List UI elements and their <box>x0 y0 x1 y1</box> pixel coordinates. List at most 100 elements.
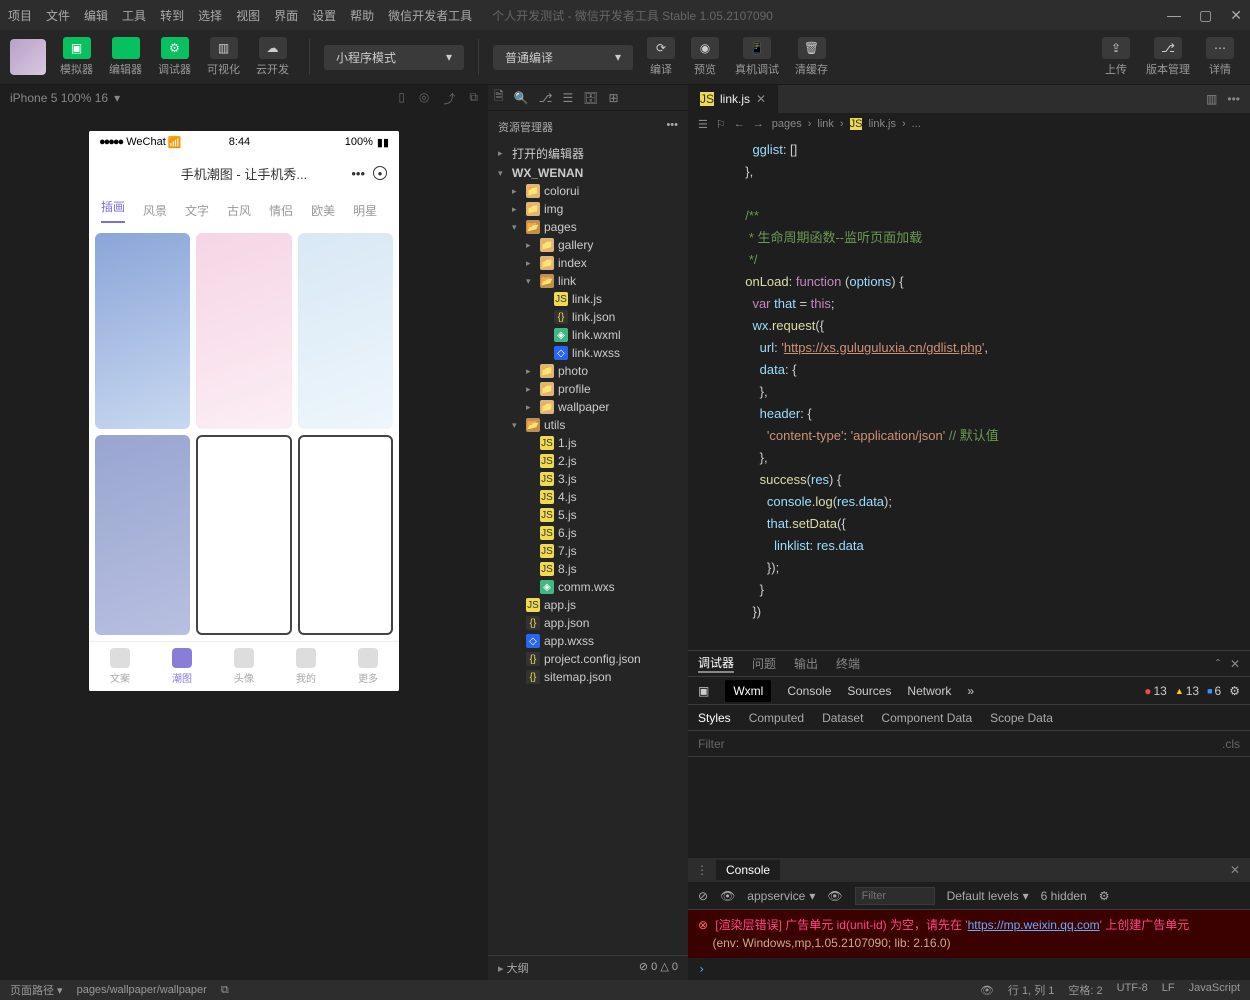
tab-problems[interactable]: 问题 <box>752 655 776 672</box>
styles-tab[interactable]: Styles <box>698 711 731 725</box>
tree-app.json[interactable]: {}app.json <box>488 614 688 632</box>
inspect-icon[interactable]: ▣ <box>698 684 709 698</box>
copy-icon[interactable]: ⧉ <box>221 984 229 997</box>
console-close-icon[interactable]: ✕ <box>1230 863 1240 877</box>
tree-utils[interactable]: ▾📂utils <box>488 416 688 434</box>
panel-more-icon[interactable]: » <box>967 684 974 698</box>
tree-2.js[interactable]: JS2.js <box>488 452 688 470</box>
console-drawer-tab[interactable]: Console <box>716 860 780 880</box>
sb-item[interactable]: 行 1, 列 1 <box>1008 982 1054 998</box>
error-link[interactable]: https://mp.weixin.qq.com <box>968 918 1100 932</box>
phone-tab-2[interactable]: 文字 <box>185 202 209 219</box>
menu-文件[interactable]: 文件 <box>46 7 70 24</box>
menu-视图[interactable]: 视图 <box>236 7 260 24</box>
toolbar-版本管理[interactable]: ⎇版本管理 <box>1140 35 1196 79</box>
toolbar-模拟器[interactable]: ▣模拟器 <box>54 35 99 79</box>
toolbar-预览[interactable]: ◉预览 <box>685 35 725 79</box>
tree-wallpaper[interactable]: ▸📁wallpaper <box>488 398 688 416</box>
target-circle-icon[interactable]: ● <box>373 166 387 180</box>
panel-console[interactable]: Console <box>787 684 831 698</box>
split-icon[interactable]: ▥ <box>1206 92 1217 106</box>
code-editor[interactable]: gglist: [] }, /** * 生命周期函数--监听页面加载 */ on… <box>688 135 1250 650</box>
tree-link.js[interactable]: JSlink.js <box>488 290 688 308</box>
menu-选择[interactable]: 选择 <box>198 7 222 24</box>
phone-tab-4[interactable]: 情侣 <box>269 202 293 219</box>
tab-terminal[interactable]: 终端 <box>836 655 860 672</box>
gear-icon[interactable]: ⚙ <box>1099 889 1110 903</box>
menu-微信开发者工具[interactable]: 微信开发者工具 <box>388 7 472 24</box>
tree-photo[interactable]: ▸📁photo <box>488 362 688 380</box>
close-icon[interactable]: ✕ <box>1230 7 1242 24</box>
tree-comm.wxs[interactable]: ◈comm.wxs <box>488 578 688 596</box>
phone-tab-0[interactable]: 插画 <box>101 198 125 223</box>
chevron-up-icon[interactable]: ˆ <box>1216 657 1220 671</box>
tab-close-icon[interactable]: ✕ <box>756 92 766 106</box>
phone-tab-1[interactable]: 风景 <box>143 202 167 219</box>
console-prompt[interactable]: › <box>688 958 1250 980</box>
tree-1.js[interactable]: JS1.js <box>488 434 688 452</box>
tree-link.wxss[interactable]: ◇link.wxss <box>488 344 688 362</box>
tree-profile[interactable]: ▸📁profile <box>488 380 688 398</box>
more-icon[interactable]: ••• <box>351 166 365 181</box>
phone-nav-3[interactable]: 我的 <box>296 648 316 685</box>
menu-界面[interactable]: 界面 <box>274 7 298 24</box>
panel-close-icon[interactable]: ✕ <box>1230 657 1240 671</box>
menu-转到[interactable]: 转到 <box>160 7 184 24</box>
target-icon[interactable]: ◎ <box>419 90 429 107</box>
sb-item[interactable]: UTF-8 <box>1117 982 1148 998</box>
toolbar-云开发[interactable]: ☁云开发 <box>250 35 295 79</box>
live-expr-icon[interactable]: 👁 <box>827 889 842 903</box>
tree-4.js[interactable]: JS4.js <box>488 488 688 506</box>
breadcrumb-toggle-icon[interactable]: ☰ <box>698 118 708 131</box>
tree-8.js[interactable]: JS8.js <box>488 560 688 578</box>
tree-7.js[interactable]: JS7.js <box>488 542 688 560</box>
console-filter-input[interactable] <box>855 887 935 905</box>
tab-debugger[interactable]: 调试器 <box>698 654 734 673</box>
section-open-editors[interactable]: ▸打开的编辑器 <box>488 143 688 164</box>
gear-icon[interactable]: ⚙ <box>1229 684 1240 698</box>
nav-fwd-icon[interactable]: → <box>753 118 764 130</box>
device-label[interactable]: iPhone 5 100% 16 <box>10 91 108 105</box>
console-drawer-toggle-icon[interactable]: ⋮ <box>688 863 716 877</box>
sb-path[interactable]: pages/wallpaper/wallpaper <box>77 984 207 996</box>
panel-network[interactable]: Network <box>907 684 951 698</box>
menu-项目[interactable]: 项目 <box>8 7 32 24</box>
more-icon[interactable]: ••• <box>666 119 678 135</box>
bookmark-icon[interactable]: ⚐ <box>716 118 726 131</box>
tree-5.js[interactable]: JS5.js <box>488 506 688 524</box>
cls-toggle[interactable]: .cls <box>1222 737 1240 751</box>
toolbar-上传[interactable]: ⇪上传 <box>1096 35 1136 79</box>
menu-工具[interactable]: 工具 <box>122 7 146 24</box>
phone-tab-6[interactable]: 明星 <box>353 202 377 219</box>
componentdata-tab[interactable]: Component Data <box>881 711 972 725</box>
toolbar-编辑器[interactable]: 编辑器 <box>103 35 148 79</box>
phone-simulator[interactable]: ●●●●●WeChat📶 8:44 100%▮▮ 手机潮图 - 让手机秀... … <box>89 131 399 691</box>
copy-icon[interactable]: ⧉ <box>469 90 478 107</box>
toolbar-详情[interactable]: ⋯详情 <box>1200 35 1240 79</box>
toolbar-清缓存[interactable]: 🗑清缓存 <box>789 35 834 79</box>
tab-output[interactable]: 输出 <box>794 655 818 672</box>
sb-item[interactable]: LF <box>1162 982 1175 998</box>
tree-sitemap.json[interactable]: {}sitemap.json <box>488 668 688 686</box>
tree-colorui[interactable]: ▸📁colorui <box>488 182 688 200</box>
search-icon[interactable]: 🔍 <box>514 91 529 105</box>
sb-item[interactable]: 空格: 2 <box>1068 982 1102 998</box>
tree-link.json[interactable]: {}link.json <box>488 308 688 326</box>
phone-tab-5[interactable]: 欧美 <box>311 202 335 219</box>
breadcrumb[interactable]: pages › link › JS link.js › ... <box>772 118 921 130</box>
tree-link.wxml[interactable]: ◈link.wxml <box>488 326 688 344</box>
db-icon[interactable]: 🗄 <box>583 91 598 105</box>
computed-tab[interactable]: Computed <box>749 711 804 725</box>
ext-icon[interactable]: ⊞ <box>608 91 618 105</box>
phone-tab-3[interactable]: 古风 <box>227 202 251 219</box>
minimize-icon[interactable]: — <box>1167 7 1181 24</box>
mode-dropdown[interactable]: 小程序模式▾ <box>324 45 464 70</box>
scopedata-tab[interactable]: Scope Data <box>990 711 1053 725</box>
dataset-tab[interactable]: Dataset <box>822 711 863 725</box>
toolbar-可视化[interactable]: ▥可视化 <box>201 35 246 79</box>
compile-dropdown[interactable]: 普通编译▾ <box>493 45 633 70</box>
files-icon[interactable]: 🗎 <box>494 87 504 108</box>
tree-gallery[interactable]: ▸📁gallery <box>488 236 688 254</box>
section-project[interactable]: ▾WX_WENAN <box>488 164 688 182</box>
panel-wxml[interactable]: Wxml <box>725 680 771 702</box>
